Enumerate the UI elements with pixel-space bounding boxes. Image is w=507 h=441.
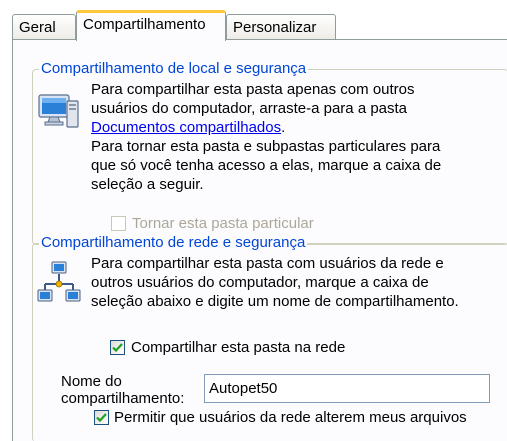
- tab-personalizar[interactable]: Personalizar: [226, 14, 336, 40]
- network-icon: [37, 260, 81, 308]
- local-sharing-title: Compartilhamento de local e segurança: [39, 60, 309, 78]
- checkmark-icon: [96, 413, 107, 423]
- network-sharing-title: Compartilhamento de rede e segurança: [39, 234, 308, 252]
- local-sharing-group: Compartilhamento de local e segurança Pa…: [32, 60, 507, 245]
- network-sharing-group: Compartilhamento de rede e segurança Par…: [32, 234, 507, 441]
- shared-documents-link[interactable]: Documentos compartilhados: [91, 119, 281, 136]
- tab-geral[interactable]: Geral: [12, 14, 76, 40]
- tab-strip: Geral Compartilhamento Personalizar: [12, 10, 507, 41]
- local-sharing-description: Para compartilhar esta pasta apenas com …: [91, 81, 442, 193]
- allow-edit-checkbox[interactable]: [94, 410, 109, 425]
- tab-panel: Compartilhamento de local e segurança Pa…: [12, 39, 507, 441]
- tab-compartilhamento[interactable]: Compartilhamento: [76, 10, 226, 41]
- private-folder-checkbox[interactable]: [111, 216, 126, 231]
- share-name-input[interactable]: [204, 374, 490, 403]
- share-folder-checkbox[interactable]: [110, 340, 125, 355]
- network-sharing-description: Para compartilhar esta pasta com usuário…: [91, 255, 459, 310]
- checkmark-icon: [112, 343, 123, 353]
- computer-icon: [37, 91, 81, 135]
- private-folder-label: Tornar esta pasta particular: [132, 215, 314, 232]
- allow-edit-label: Permitir que usuários da rede alterem me…: [114, 409, 467, 426]
- share-name-label: Nome do compartilhamento:: [61, 373, 185, 407]
- share-folder-label: Compartilhar esta pasta na rede: [131, 339, 346, 356]
